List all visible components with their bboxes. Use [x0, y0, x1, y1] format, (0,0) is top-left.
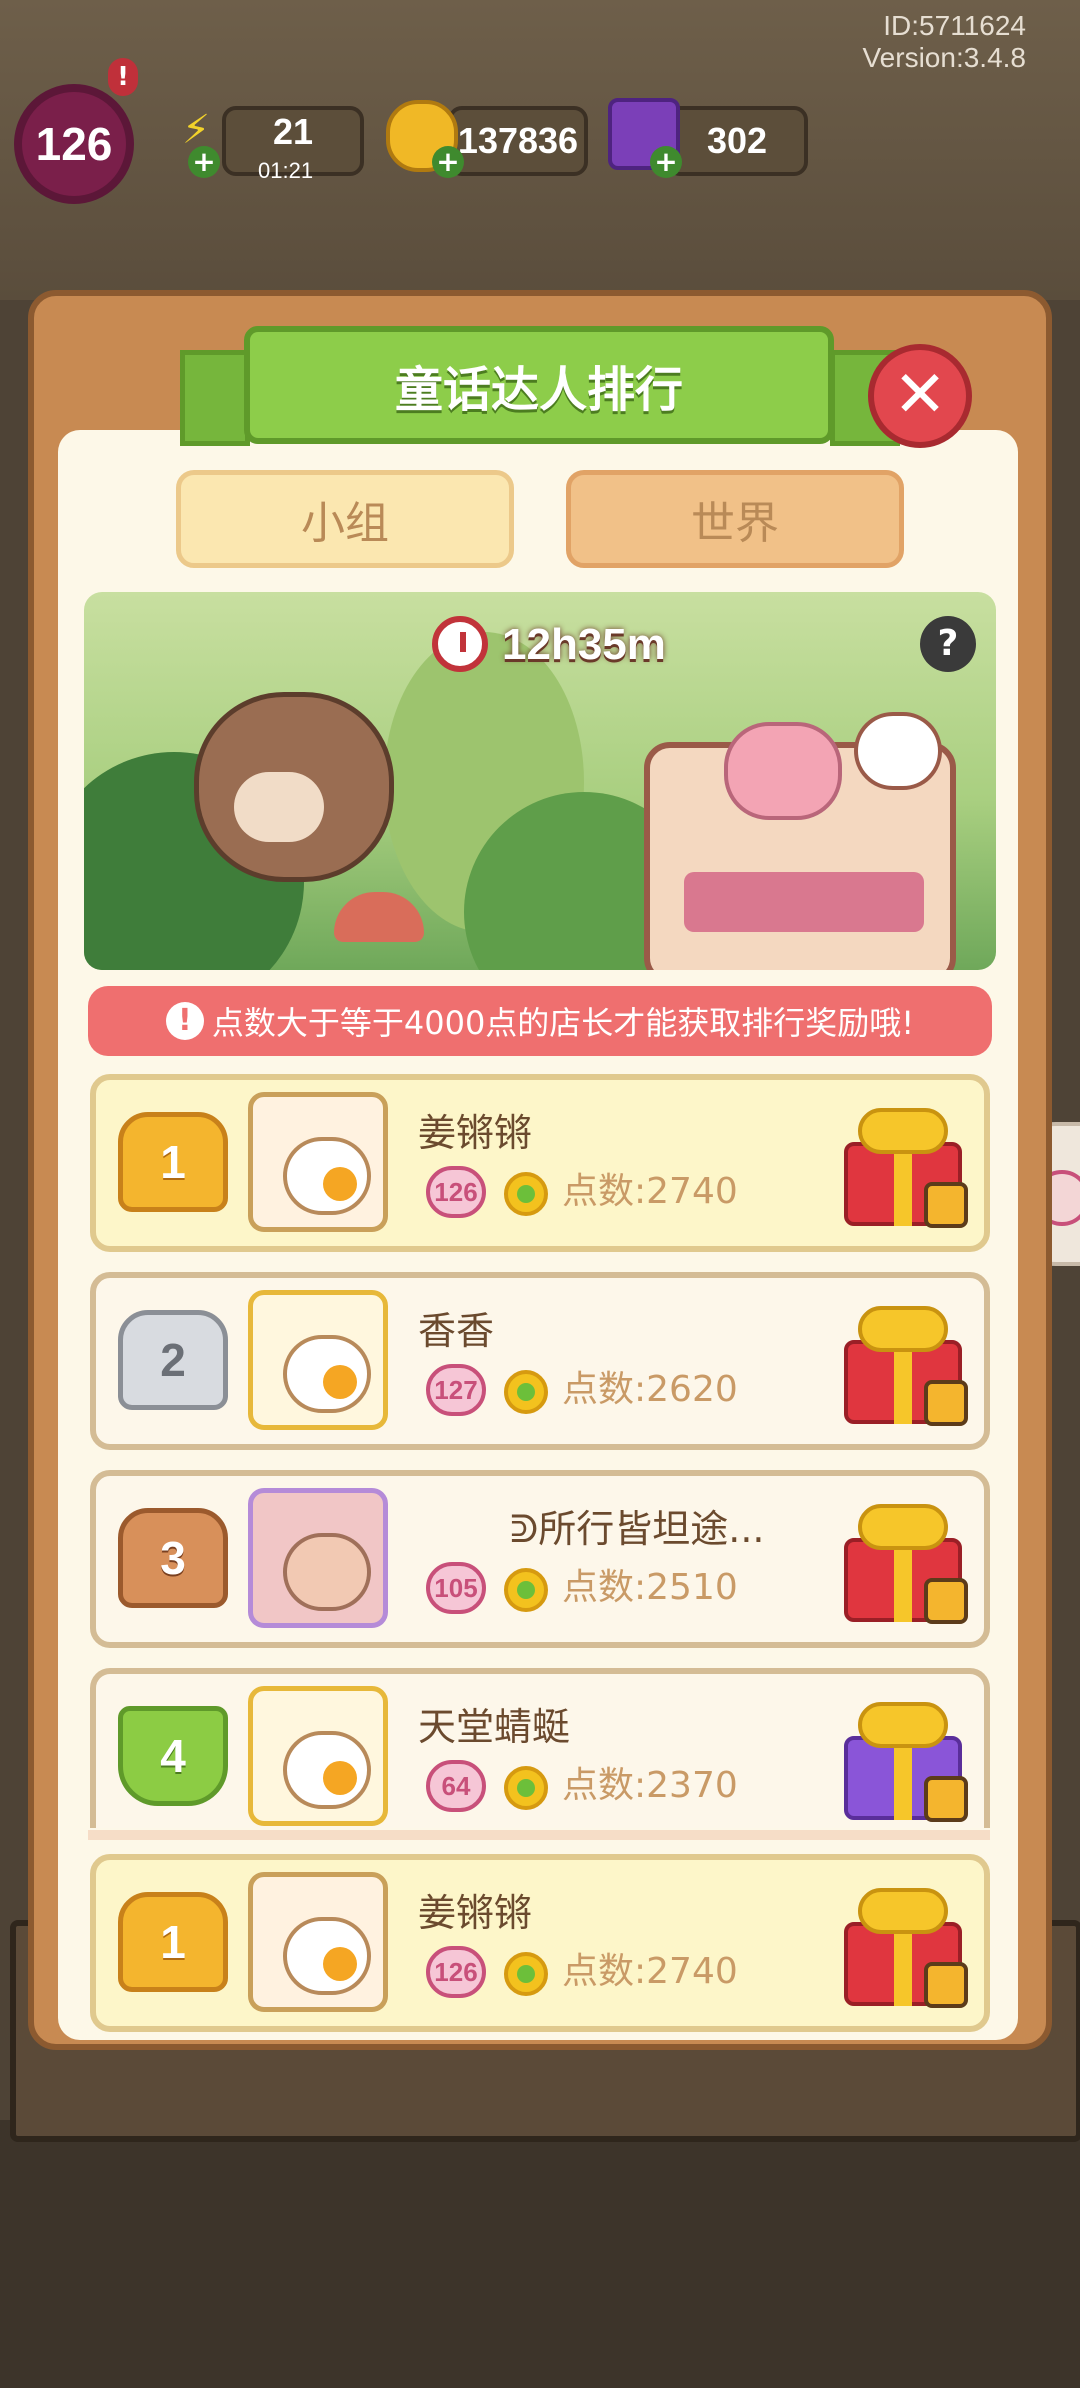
gift-locked-icon[interactable] — [838, 1102, 968, 1228]
gem-value: 302 — [706, 120, 768, 161]
player-name: 姜锵锵 — [418, 1891, 533, 1935]
player-name: 天堂蜻蜓 — [418, 1705, 571, 1749]
player-score: 点数:2740 — [562, 1951, 738, 1992]
coin-counter[interactable]: 137836 — [448, 106, 588, 176]
avatar[interactable] — [248, 1092, 388, 1232]
close-button[interactable]: ✕ — [868, 344, 972, 448]
player-name: 香香 — [418, 1309, 495, 1353]
gift-locked-icon[interactable] — [838, 1300, 968, 1426]
my-rank-row[interactable]: 1 姜锵锵 126 点数:2740 — [90, 1854, 990, 2032]
leaderboard-row[interactable]: 2 香香 127 点数:2620 — [90, 1272, 990, 1450]
heart-level-icon: 126 — [426, 1946, 486, 1998]
deer-face — [234, 772, 324, 842]
energy-value: 21 — [272, 111, 314, 152]
player-score: 点数:2370 — [562, 1765, 738, 1806]
gem-counter[interactable]: 302 — [666, 106, 808, 176]
crown-bronze-icon: 3 — [118, 1508, 228, 1608]
bed-blanket — [684, 872, 924, 932]
player-level-badge[interactable]: 126 — [14, 84, 134, 204]
leaderboard-row[interactable]: 1 姜锵锵 126 点数:2740 — [90, 1074, 990, 1252]
flower-icon — [504, 1172, 548, 1216]
exclamation-icon: ! — [165, 1002, 204, 1040]
reward-notice-text: 点数大于等于4000点的店长才能获取排行奖励哦! — [211, 1004, 915, 1042]
coin-value: 137836 — [457, 120, 579, 161]
heart-level-icon: 126 — [426, 1166, 486, 1218]
gift-locked-icon[interactable] — [838, 1498, 968, 1624]
flower-icon — [504, 1952, 548, 1996]
version-label: Version:3.4.8 — [862, 42, 1026, 73]
avatar[interactable] — [248, 1872, 388, 2012]
heart-level-icon: 64 — [426, 1760, 486, 1812]
list-divider — [88, 1830, 990, 1840]
player-id: ID:5711624 — [883, 10, 1026, 41]
avatar[interactable] — [248, 1290, 388, 1430]
flower-icon — [504, 1568, 548, 1612]
player-score: 点数:2620 — [562, 1369, 738, 1410]
help-button[interactable]: ? — [920, 616, 976, 672]
rank-banner-icon: 4 — [118, 1706, 228, 1806]
heart-level-icon: 127 — [426, 1364, 486, 1416]
clock-icon — [432, 616, 488, 672]
player-name: ᕲ所行皆坦途... — [510, 1507, 765, 1551]
game-floor — [0, 2120, 1080, 2388]
avatar[interactable] — [248, 1488, 388, 1628]
player-score: 点数:2740 — [562, 1171, 738, 1212]
leaderboard-title: 童话达人排行 — [244, 326, 834, 444]
build-info: ID:5711624 Version:3.4.8 — [863, 10, 1026, 74]
tab-group[interactable]: 小组 — [176, 470, 514, 568]
leaderboard-row[interactable]: 3 ᕲ所行皆坦途... 105 点数:2510 — [90, 1470, 990, 1648]
crown-silver-icon: 2 — [118, 1310, 228, 1410]
tab-world[interactable]: 世界 — [566, 470, 904, 568]
add-gems-button[interactable]: + — [650, 146, 682, 178]
gift-locked-icon[interactable] — [838, 1696, 968, 1822]
crown-gold-icon: 1 — [118, 1892, 228, 1992]
alert-icon: ! — [108, 58, 138, 96]
pink-dog-illustration — [724, 722, 842, 820]
event-timer: 12h35m — [432, 614, 676, 676]
reward-notice: ! 点数大于等于4000点的店长才能获取排行奖励哦! — [88, 986, 992, 1056]
avatar[interactable] — [248, 1686, 388, 1826]
add-energy-button[interactable]: + — [188, 146, 220, 178]
event-timer-text: 12h35m — [502, 620, 666, 669]
energy-timer: 01:21 — [258, 158, 314, 183]
player-name: 姜锵锵 — [418, 1111, 533, 1155]
add-coins-button[interactable]: + — [432, 146, 464, 178]
flower-icon — [504, 1370, 548, 1414]
ribbon-left-tail — [180, 350, 250, 446]
duck-illustration — [854, 712, 942, 790]
mushroom-illustration — [334, 892, 424, 942]
heart-level-icon: 105 — [426, 1562, 486, 1614]
flower-icon — [504, 1766, 548, 1810]
player-score: 点数:2510 — [562, 1567, 738, 1608]
gift-locked-icon[interactable] — [838, 1882, 968, 2008]
crown-gold-icon: 1 — [118, 1112, 228, 1212]
leaderboard-row[interactable]: 4 天堂蜻蜓 64 点数:2370 — [90, 1668, 990, 1828]
